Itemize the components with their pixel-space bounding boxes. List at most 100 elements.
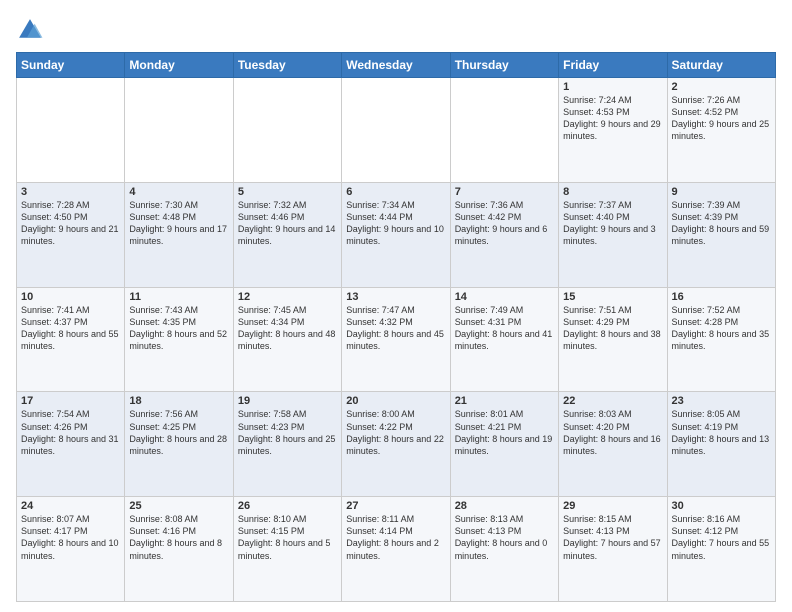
day-info: Sunrise: 7:37 AMSunset: 4:40 PMDaylight:… [563,199,662,248]
day-info: Sunrise: 8:13 AMSunset: 4:13 PMDaylight:… [455,513,554,562]
column-header-tuesday: Tuesday [233,53,341,78]
header-row: SundayMondayTuesdayWednesdayThursdayFrid… [17,53,776,78]
day-cell: 12Sunrise: 7:45 AMSunset: 4:34 PMDayligh… [233,287,341,392]
day-number: 3 [21,186,120,198]
day-info: Sunrise: 8:10 AMSunset: 4:15 PMDaylight:… [238,513,337,562]
day-cell: 1Sunrise: 7:24 AMSunset: 4:53 PMDaylight… [559,78,667,183]
day-number: 28 [455,500,554,512]
day-cell: 30Sunrise: 8:16 AMSunset: 4:12 PMDayligh… [667,497,775,602]
logo-icon [16,16,44,44]
day-number: 10 [21,291,120,303]
day-number: 26 [238,500,337,512]
day-number: 4 [129,186,228,198]
day-info: Sunrise: 8:00 AMSunset: 4:22 PMDaylight:… [346,408,445,457]
day-info: Sunrise: 7:34 AMSunset: 4:44 PMDaylight:… [346,199,445,248]
logo [16,16,48,44]
day-number: 19 [238,395,337,407]
day-info: Sunrise: 7:54 AMSunset: 4:26 PMDaylight:… [21,408,120,457]
day-number: 17 [21,395,120,407]
day-info: Sunrise: 8:05 AMSunset: 4:19 PMDaylight:… [672,408,771,457]
day-number: 8 [563,186,662,198]
day-cell: 23Sunrise: 8:05 AMSunset: 4:19 PMDayligh… [667,392,775,497]
day-number: 11 [129,291,228,303]
day-info: Sunrise: 8:01 AMSunset: 4:21 PMDaylight:… [455,408,554,457]
day-info: Sunrise: 7:45 AMSunset: 4:34 PMDaylight:… [238,304,337,353]
column-header-thursday: Thursday [450,53,558,78]
day-cell: 18Sunrise: 7:56 AMSunset: 4:25 PMDayligh… [125,392,233,497]
day-cell: 15Sunrise: 7:51 AMSunset: 4:29 PMDayligh… [559,287,667,392]
day-cell [233,78,341,183]
day-cell: 20Sunrise: 8:00 AMSunset: 4:22 PMDayligh… [342,392,450,497]
calendar-header: SundayMondayTuesdayWednesdayThursdayFrid… [17,53,776,78]
day-cell: 10Sunrise: 7:41 AMSunset: 4:37 PMDayligh… [17,287,125,392]
day-info: Sunrise: 8:07 AMSunset: 4:17 PMDaylight:… [21,513,120,562]
day-number: 14 [455,291,554,303]
day-cell: 5Sunrise: 7:32 AMSunset: 4:46 PMDaylight… [233,182,341,287]
header [16,16,776,44]
day-cell: 6Sunrise: 7:34 AMSunset: 4:44 PMDaylight… [342,182,450,287]
day-cell [450,78,558,183]
day-number: 22 [563,395,662,407]
week-row-5: 24Sunrise: 8:07 AMSunset: 4:17 PMDayligh… [17,497,776,602]
day-cell: 9Sunrise: 7:39 AMSunset: 4:39 PMDaylight… [667,182,775,287]
day-number: 13 [346,291,445,303]
day-info: Sunrise: 7:58 AMSunset: 4:23 PMDaylight:… [238,408,337,457]
column-header-friday: Friday [559,53,667,78]
day-cell: 28Sunrise: 8:13 AMSunset: 4:13 PMDayligh… [450,497,558,602]
day-number: 2 [672,81,771,93]
day-info: Sunrise: 8:16 AMSunset: 4:12 PMDaylight:… [672,513,771,562]
day-cell [125,78,233,183]
day-number: 7 [455,186,554,198]
day-number: 25 [129,500,228,512]
day-cell: 16Sunrise: 7:52 AMSunset: 4:28 PMDayligh… [667,287,775,392]
calendar-table: SundayMondayTuesdayWednesdayThursdayFrid… [16,52,776,602]
day-cell: 2Sunrise: 7:26 AMSunset: 4:52 PMDaylight… [667,78,775,183]
column-header-wednesday: Wednesday [342,53,450,78]
day-cell: 3Sunrise: 7:28 AMSunset: 4:50 PMDaylight… [17,182,125,287]
day-info: Sunrise: 7:43 AMSunset: 4:35 PMDaylight:… [129,304,228,353]
week-row-1: 1Sunrise: 7:24 AMSunset: 4:53 PMDaylight… [17,78,776,183]
day-cell [17,78,125,183]
day-info: Sunrise: 7:30 AMSunset: 4:48 PMDaylight:… [129,199,228,248]
day-cell: 17Sunrise: 7:54 AMSunset: 4:26 PMDayligh… [17,392,125,497]
week-row-3: 10Sunrise: 7:41 AMSunset: 4:37 PMDayligh… [17,287,776,392]
day-info: Sunrise: 7:51 AMSunset: 4:29 PMDaylight:… [563,304,662,353]
day-number: 6 [346,186,445,198]
day-cell: 27Sunrise: 8:11 AMSunset: 4:14 PMDayligh… [342,497,450,602]
day-number: 30 [672,500,771,512]
day-number: 9 [672,186,771,198]
day-info: Sunrise: 7:39 AMSunset: 4:39 PMDaylight:… [672,199,771,248]
column-header-sunday: Sunday [17,53,125,78]
day-number: 27 [346,500,445,512]
day-info: Sunrise: 8:08 AMSunset: 4:16 PMDaylight:… [129,513,228,562]
day-info: Sunrise: 8:15 AMSunset: 4:13 PMDaylight:… [563,513,662,562]
day-cell: 4Sunrise: 7:30 AMSunset: 4:48 PMDaylight… [125,182,233,287]
day-number: 15 [563,291,662,303]
column-header-monday: Monday [125,53,233,78]
day-info: Sunrise: 8:11 AMSunset: 4:14 PMDaylight:… [346,513,445,562]
day-info: Sunrise: 8:03 AMSunset: 4:20 PMDaylight:… [563,408,662,457]
day-number: 29 [563,500,662,512]
day-number: 1 [563,81,662,93]
day-cell: 26Sunrise: 8:10 AMSunset: 4:15 PMDayligh… [233,497,341,602]
day-info: Sunrise: 7:28 AMSunset: 4:50 PMDaylight:… [21,199,120,248]
day-cell [342,78,450,183]
day-number: 21 [455,395,554,407]
calendar-body: 1Sunrise: 7:24 AMSunset: 4:53 PMDaylight… [17,78,776,602]
day-number: 20 [346,395,445,407]
page: SundayMondayTuesdayWednesdayThursdayFrid… [0,0,792,612]
week-row-4: 17Sunrise: 7:54 AMSunset: 4:26 PMDayligh… [17,392,776,497]
day-info: Sunrise: 7:36 AMSunset: 4:42 PMDaylight:… [455,199,554,248]
day-info: Sunrise: 7:24 AMSunset: 4:53 PMDaylight:… [563,94,662,143]
day-cell: 8Sunrise: 7:37 AMSunset: 4:40 PMDaylight… [559,182,667,287]
day-cell: 19Sunrise: 7:58 AMSunset: 4:23 PMDayligh… [233,392,341,497]
day-info: Sunrise: 7:49 AMSunset: 4:31 PMDaylight:… [455,304,554,353]
day-cell: 29Sunrise: 8:15 AMSunset: 4:13 PMDayligh… [559,497,667,602]
day-info: Sunrise: 7:26 AMSunset: 4:52 PMDaylight:… [672,94,771,143]
day-cell: 13Sunrise: 7:47 AMSunset: 4:32 PMDayligh… [342,287,450,392]
day-info: Sunrise: 7:47 AMSunset: 4:32 PMDaylight:… [346,304,445,353]
day-cell: 11Sunrise: 7:43 AMSunset: 4:35 PMDayligh… [125,287,233,392]
day-number: 16 [672,291,771,303]
day-info: Sunrise: 7:56 AMSunset: 4:25 PMDaylight:… [129,408,228,457]
day-cell: 21Sunrise: 8:01 AMSunset: 4:21 PMDayligh… [450,392,558,497]
